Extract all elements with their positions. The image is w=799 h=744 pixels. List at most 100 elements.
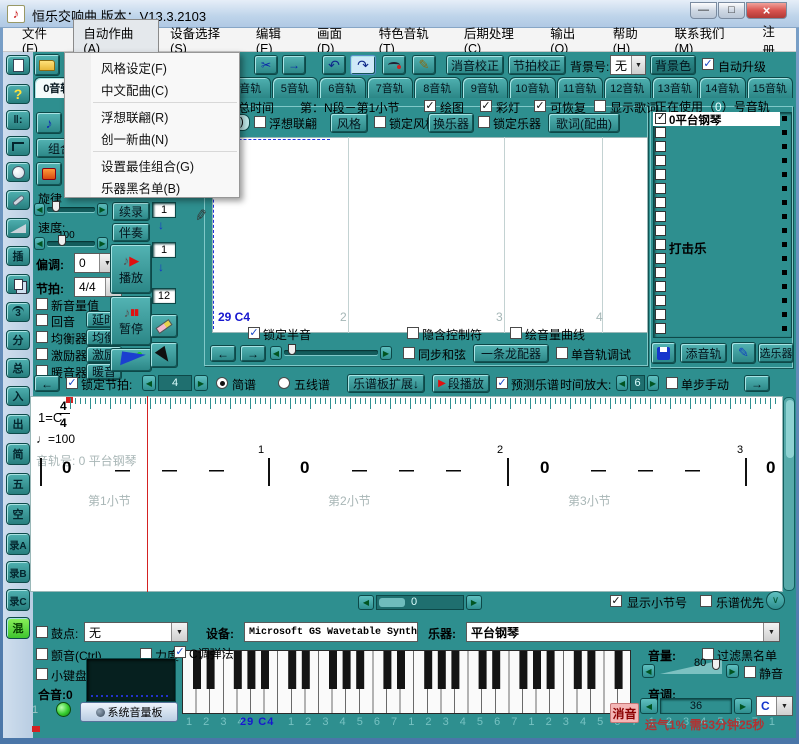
hscroll-thumb[interactable] xyxy=(288,344,296,355)
track-checkbox[interactable] xyxy=(655,239,666,250)
hidden-controller-checkbox[interactable] xyxy=(407,327,419,339)
maximize-button[interactable]: □ xyxy=(718,2,745,19)
system-volume-button[interactable]: 系统音量板 xyxy=(80,702,178,722)
collapse-score-button[interactable]: ∨ xyxy=(766,591,785,610)
tab-track-6[interactable]: 6音轨 xyxy=(319,77,366,98)
time-zoom-left[interactable]: ◀ xyxy=(616,375,628,391)
octave-value-3[interactable]: 12 xyxy=(152,288,176,304)
track-checkbox[interactable] xyxy=(655,295,666,306)
vibrato-checkbox[interactable] xyxy=(36,648,48,660)
melody-slider-left[interactable]: ◀ xyxy=(34,203,45,216)
time-zoom-right[interactable]: ▶ xyxy=(647,375,659,391)
hscroll-left[interactable]: ◀ xyxy=(270,346,282,360)
copy-button[interactable] xyxy=(6,274,30,294)
single-step-checkbox[interactable] xyxy=(666,377,678,389)
small-keyboard-checkbox[interactable] xyxy=(36,668,48,680)
lock-semitone-checkbox[interactable]: ✓ xyxy=(248,327,260,339)
score-priority-checkbox[interactable] xyxy=(700,595,712,607)
dragon-config-button[interactable]: 一条龙配器 xyxy=(473,344,549,363)
hscroll-track[interactable] xyxy=(284,350,378,355)
hscroll-right[interactable]: ▶ xyxy=(380,346,392,360)
open-folder-button[interactable] xyxy=(34,54,60,76)
beat-spin-left[interactable]: ◀ xyxy=(142,375,156,391)
menu-item-instrument-blacklist[interactable]: 乐器黑名单(B) xyxy=(65,176,239,198)
continue-record-button[interactable]: 续录 xyxy=(112,202,150,221)
play-button[interactable]: ♪▶ 播放 xyxy=(110,244,152,294)
melody-slider-right[interactable]: ▶ xyxy=(97,203,108,216)
score-scroll-thumb[interactable] xyxy=(379,598,405,607)
score-expand-button[interactable]: 乐谱板扩展↓ xyxy=(347,374,425,393)
score-scroll-left[interactable]: ◀ xyxy=(358,595,374,610)
tab-track-13[interactable]: 13音轨 xyxy=(652,77,699,98)
speed-slider-thumb[interactable] xyxy=(58,235,66,246)
jianpu-side-button[interactable]: 简 xyxy=(6,443,30,465)
pitch-key-select[interactable]: C▼ xyxy=(756,696,793,716)
select-instrument-button[interactable]: 选乐器 xyxy=(758,343,794,363)
show-lyrics-checkbox[interactable] xyxy=(594,100,606,112)
lyrics-arrange-button[interactable]: 歌词(配曲) xyxy=(548,113,620,133)
scroll-right-button[interactable]: → xyxy=(240,345,266,362)
jianpu-radio[interactable] xyxy=(216,377,228,389)
auto-upgrade-checkbox[interactable]: ✓ xyxy=(702,58,714,70)
staff-side-button[interactable]: 五 xyxy=(6,473,30,495)
beat-correct-button[interactable]: 节拍校正 xyxy=(508,55,566,75)
single-track-debug-checkbox[interactable] xyxy=(556,347,568,359)
tool-button[interactable] xyxy=(6,190,30,210)
track-checkbox[interactable] xyxy=(655,281,666,292)
track-checkbox[interactable] xyxy=(655,141,666,152)
redo-button[interactable]: ↷ xyxy=(350,55,376,75)
octave-value-1[interactable]: 1 xyxy=(152,202,176,218)
pause-button[interactable]: ♪▮▮ 暂停 xyxy=(110,296,152,346)
volume-down-button[interactable]: ◀ xyxy=(642,664,655,678)
timer-button[interactable] xyxy=(6,162,30,182)
tab-track-8[interactable]: 8音轨 xyxy=(414,77,461,98)
track-checkbox[interactable] xyxy=(655,197,666,208)
crescendo-button[interactable] xyxy=(6,218,30,238)
style-face-button[interactable] xyxy=(36,162,62,186)
melody-note-button[interactable]: ♪ xyxy=(36,112,62,134)
tab-track-9[interactable]: 9音轨 xyxy=(462,77,509,98)
horn-tool-button[interactable] xyxy=(110,348,152,372)
volume-thumb[interactable] xyxy=(712,659,720,670)
insert-button[interactable]: 插 xyxy=(6,246,30,266)
cut-button[interactable]: ✂ xyxy=(254,55,278,75)
pitch-down-button[interactable]: ◀ xyxy=(640,698,658,714)
exciter-checkbox[interactable] xyxy=(36,348,48,360)
out-button[interactable]: 出 xyxy=(6,414,30,434)
track-checkbox[interactable] xyxy=(655,323,666,334)
silent-checkbox[interactable] xyxy=(744,666,756,678)
change-instrument-button[interactable]: 换乐器 xyxy=(428,113,474,133)
brush-button[interactable]: ✎ xyxy=(412,55,436,75)
score-scroll-track[interactable]: 0 xyxy=(376,595,464,610)
style-button[interactable]: 风格 xyxy=(330,113,368,133)
staff-radio[interactable] xyxy=(278,377,290,389)
tab-track-7[interactable]: 7音轨 xyxy=(367,77,414,98)
empty-side-button[interactable]: 空 xyxy=(6,503,30,525)
record-b-button[interactable]: 录B xyxy=(6,561,30,583)
menu-item-chinese-arrange[interactable]: 中文配曲(C) xyxy=(65,78,239,100)
track-checkbox[interactable] xyxy=(655,253,666,264)
help-button[interactable]: ? xyxy=(6,84,30,104)
show-measure-no-checkbox[interactable]: ✓ xyxy=(610,595,622,607)
record-c-button[interactable]: 录C xyxy=(6,589,30,611)
undo-button[interactable]: ↶ xyxy=(322,55,346,75)
new-file-button[interactable] xyxy=(6,55,30,75)
score-vscrollbar[interactable] xyxy=(783,397,795,591)
mix-button[interactable]: 混 xyxy=(6,617,30,639)
drumbeat-select[interactable]: 无▼ xyxy=(84,622,188,642)
volume-up-button[interactable]: ▶ xyxy=(726,664,739,678)
lights-checkbox[interactable]: ✓ xyxy=(480,100,492,112)
track-checkbox[interactable] xyxy=(655,211,666,222)
score-scroll-right[interactable]: ▶ xyxy=(466,595,482,610)
menu-item-style-setting[interactable]: 风格设定(F) xyxy=(65,56,239,78)
sync-chord-checkbox[interactable] xyxy=(403,347,415,359)
instrument-brush-button[interactable]: ✎ xyxy=(731,342,756,364)
lock-beat-checkbox[interactable]: ✓ xyxy=(66,377,78,389)
page-right-button[interactable]: → xyxy=(744,375,770,392)
eraser-button[interactable] xyxy=(150,314,178,338)
score-vscroll-thumb[interactable] xyxy=(786,400,794,458)
lock-instrument-checkbox[interactable] xyxy=(478,116,490,128)
minimize-button[interactable]: — xyxy=(690,2,717,19)
octave-value-2[interactable]: 1 xyxy=(152,242,176,258)
new-volume-checkbox[interactable] xyxy=(36,298,48,310)
